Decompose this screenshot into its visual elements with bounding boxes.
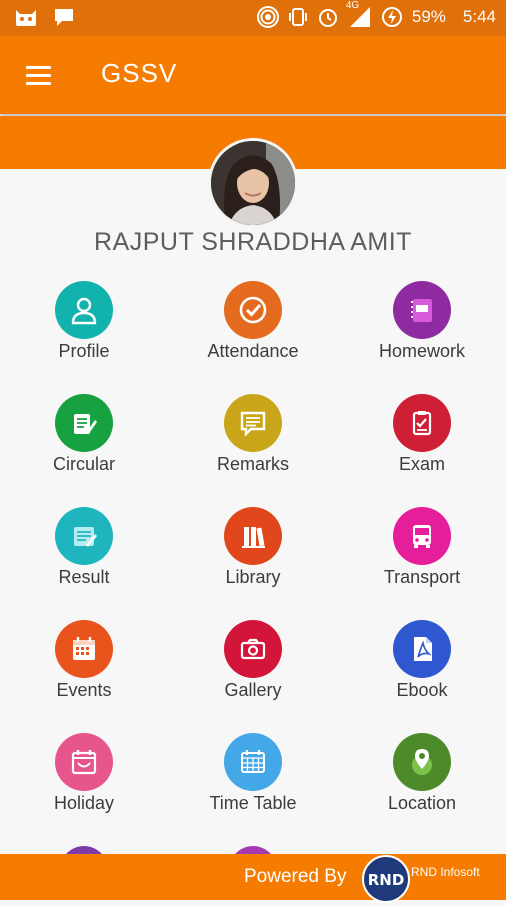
grid-calendar-icon: [224, 733, 282, 791]
menu-exam[interactable]: Exam: [338, 394, 506, 494]
student-avatar[interactable]: [211, 141, 295, 225]
bus-icon: [393, 507, 451, 565]
pdf-icon: [393, 620, 451, 678]
checkmark-icon: [224, 281, 282, 339]
menu-label: Ebook: [396, 680, 448, 700]
menu-label: Time Table: [209, 793, 297, 813]
speech-bubble-icon: [224, 394, 282, 452]
battery-saver-icon: [381, 7, 402, 27]
alarm-icon: [318, 9, 337, 27]
brand-name: RND Infosoft: [411, 865, 480, 879]
hotspot-icon: [256, 6, 279, 28]
map-pin-icon: [393, 733, 451, 791]
menu-label: Result: [58, 567, 110, 587]
menu-attendance[interactable]: Attendance: [169, 281, 337, 381]
menu-label: Exam: [398, 454, 445, 474]
clock: 5:44: [462, 7, 496, 26]
vibrate-icon: [288, 8, 307, 26]
app-title: GSSV: [101, 58, 178, 88]
menu-gallery[interactable]: Gallery: [169, 620, 337, 720]
menu-label: Gallery: [224, 680, 282, 700]
menu-remarks[interactable]: Remarks: [169, 394, 337, 494]
menu-label: Circular: [52, 454, 115, 474]
camera-icon: [224, 620, 282, 678]
battery-percent: 59%: [411, 7, 446, 26]
menu-library[interactable]: Library: [169, 507, 337, 607]
avatar-portrait: [211, 141, 295, 225]
menu-ebook[interactable]: Ebook: [338, 620, 506, 720]
status-bar: 4G 59% 5:44: [0, 0, 506, 36]
footer-bar: Powered By RND RND Infosoft: [0, 854, 506, 903]
menu-time-table[interactable]: Time Table: [169, 733, 337, 833]
menu-label: Homework: [378, 341, 466, 361]
menu-label: Holiday: [53, 793, 115, 813]
menu-transport[interactable]: Transport: [338, 507, 506, 607]
menu-location[interactable]: Location: [338, 733, 506, 833]
menu-label: Remarks: [216, 454, 289, 474]
rnd-logo-icon: RND: [362, 855, 410, 903]
network-type: 4G: [345, 0, 360, 11]
svg-text:RND: RND: [368, 871, 405, 889]
menu-holiday[interactable]: Holiday: [0, 733, 168, 833]
calendar-icon: [55, 620, 113, 678]
powered-by-label: Powered By: [244, 866, 347, 887]
hamburger-menu-icon[interactable]: [24, 60, 54, 90]
notebook-icon: [393, 281, 451, 339]
menu-homework[interactable]: Homework: [338, 281, 506, 381]
clipboard-icon: [393, 394, 451, 452]
menu-events[interactable]: Events: [0, 620, 168, 720]
menu-label: Events: [56, 680, 112, 700]
menu-circular[interactable]: Circular: [0, 394, 168, 494]
document-pencil-icon: [55, 394, 113, 452]
holiday-calendar-icon: [55, 733, 113, 791]
report-icon: [55, 507, 113, 565]
cat-app-icon: [16, 10, 36, 26]
menu-label: Transport: [383, 567, 461, 587]
menu-label: Attendance: [207, 341, 299, 361]
person-icon: [55, 281, 113, 339]
menu-label: Library: [225, 567, 281, 587]
chat-app-icon: [55, 9, 73, 26]
menu-label: Location: [387, 793, 457, 813]
menu-profile[interactable]: Profile: [0, 281, 168, 381]
student-name: RAJPUT SHRADDHA AMIT: [94, 228, 412, 256]
menu-result[interactable]: Result: [0, 507, 168, 607]
menu-label: Profile: [58, 341, 110, 361]
app-bar: GSSV: [0, 36, 506, 114]
books-icon: [224, 507, 282, 565]
